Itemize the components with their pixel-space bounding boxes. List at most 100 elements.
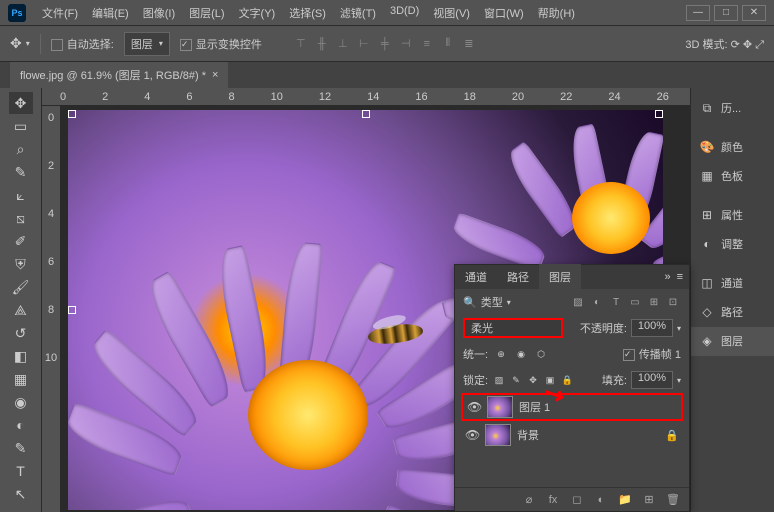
- fill-input[interactable]: 100%: [631, 371, 673, 389]
- eyedropper-tool[interactable]: ✐: [9, 230, 33, 252]
- dock-properties[interactable]: ⊞属性: [691, 201, 774, 230]
- filter-toggle[interactable]: ⊡: [665, 294, 681, 310]
- maximize-button[interactable]: □: [714, 5, 738, 21]
- align-vcenter-icon[interactable]: ╫: [313, 35, 331, 53]
- transform-handle[interactable]: [655, 110, 663, 118]
- collapse-icon[interactable]: »: [664, 271, 670, 283]
- transform-handle[interactable]: [68, 306, 76, 314]
- align-top-icon[interactable]: ⊤: [292, 35, 310, 53]
- dock-layers[interactable]: ◈图层: [691, 327, 774, 356]
- adjustment-layer-icon[interactable]: ◐: [593, 492, 609, 508]
- blend-mode-dropdown[interactable]: 柔光: [463, 318, 563, 338]
- tab-layers[interactable]: 图层: [539, 264, 581, 290]
- menu-image[interactable]: 图像(I): [137, 1, 181, 25]
- tool-preset[interactable]: ✥▾: [10, 35, 30, 52]
- filter-adjust-icon[interactable]: ◐: [589, 294, 605, 310]
- dock-history[interactable]: ⧉历...: [691, 94, 774, 123]
- fill-dropdown-icon[interactable]: ▾: [677, 376, 681, 385]
- orbit-icon[interactable]: ⟳: [731, 39, 740, 51]
- brush-tool[interactable]: 🖌: [9, 276, 33, 298]
- healing-tool[interactable]: ⛨: [9, 253, 33, 275]
- link-layers-icon[interactable]: ⌀: [521, 492, 537, 508]
- properties-icon: ⊞: [699, 207, 715, 223]
- menu-3d[interactable]: 3D(D): [384, 1, 425, 25]
- menu-filter[interactable]: 滤镜(T): [334, 1, 382, 25]
- layer-item[interactable]: 👁 图层 1: [461, 393, 683, 421]
- pen-tool[interactable]: ✎: [9, 437, 33, 459]
- dock-channels[interactable]: ◫通道: [691, 269, 774, 298]
- transform-handle[interactable]: [68, 110, 76, 118]
- quick-select-tool[interactable]: ✎: [9, 161, 33, 183]
- type-tool[interactable]: T: [9, 460, 33, 482]
- lock-image-icon[interactable]: ✎: [509, 373, 523, 387]
- gradient-tool[interactable]: ▦: [9, 368, 33, 390]
- lock-all-icon[interactable]: 🔒: [560, 373, 574, 387]
- tab-paths[interactable]: 路径: [497, 264, 539, 290]
- filter-smart-icon[interactable]: ⊞: [646, 294, 662, 310]
- unify-position-icon[interactable]: ⊕: [494, 347, 508, 361]
- opacity-dropdown-icon[interactable]: ▾: [677, 324, 681, 333]
- marquee-tool[interactable]: ▭: [9, 115, 33, 137]
- document-tab[interactable]: flowe.jpg @ 61.9% (图层 1, RGB/8#) * ×: [10, 62, 228, 88]
- lasso-tool[interactable]: ⌕: [9, 138, 33, 160]
- close-tab-icon[interactable]: ×: [212, 69, 218, 81]
- menu-layer[interactable]: 图层(L): [183, 1, 230, 25]
- filter-type-dropdown[interactable]: 🔍 类型 ▾: [463, 294, 511, 310]
- menu-type[interactable]: 文字(Y): [233, 1, 282, 25]
- unify-visibility-icon[interactable]: ◉: [514, 347, 528, 361]
- layer-thumbnail: [487, 396, 513, 418]
- align-right-icon[interactable]: ⊣: [397, 35, 415, 53]
- dock-paths[interactable]: ◇路径: [691, 298, 774, 327]
- distribute-icon2[interactable]: ⦀: [439, 35, 457, 53]
- new-layer-icon[interactable]: ⊞: [641, 492, 657, 508]
- move-tool[interactable]: ✥: [9, 92, 33, 114]
- group-icon[interactable]: 📁: [617, 492, 633, 508]
- visibility-toggle[interactable]: 👁: [467, 400, 481, 414]
- menu-view[interactable]: 视图(V): [427, 1, 476, 25]
- dock-adjustments[interactable]: ◐调整: [691, 230, 774, 259]
- tab-channels[interactable]: 通道: [455, 264, 497, 290]
- menu-file[interactable]: 文件(F): [36, 1, 84, 25]
- crop-tool[interactable]: ⟀: [9, 184, 33, 206]
- dock-color[interactable]: 🎨颜色: [691, 133, 774, 162]
- visibility-toggle[interactable]: 👁: [465, 428, 479, 442]
- show-transform-checkbox[interactable]: 显示变换控件: [180, 36, 262, 52]
- close-button[interactable]: ✕: [742, 5, 766, 21]
- layer-mask-icon[interactable]: ◻: [569, 492, 585, 508]
- pan-icon[interactable]: ✥: [743, 39, 752, 51]
- opacity-input[interactable]: 100%: [631, 319, 673, 337]
- distribute-icon[interactable]: ≡: [418, 35, 436, 53]
- unify-style-icon[interactable]: ⬡: [534, 347, 548, 361]
- filter-shape-icon[interactable]: ▭: [627, 294, 643, 310]
- filter-type-icon[interactable]: T: [608, 294, 624, 310]
- stamp-tool[interactable]: ⟁: [9, 299, 33, 321]
- transform-handle[interactable]: [362, 110, 370, 118]
- panel-menu-icon[interactable]: ≡: [677, 271, 683, 283]
- history-brush-tool[interactable]: ↺: [9, 322, 33, 344]
- layer-style-icon[interactable]: fx: [545, 492, 561, 508]
- menu-edit[interactable]: 编辑(E): [86, 1, 135, 25]
- dodge-tool[interactable]: ◐: [9, 414, 33, 436]
- blur-tool[interactable]: ◉: [9, 391, 33, 413]
- align-left-icon[interactable]: ⊢: [355, 35, 373, 53]
- frame-tool[interactable]: ⧅: [9, 207, 33, 229]
- filter-pixel-icon[interactable]: ▨: [570, 294, 586, 310]
- menu-help[interactable]: 帮助(H): [532, 1, 581, 25]
- align-bottom-icon[interactable]: ⊥: [334, 35, 352, 53]
- layer-item[interactable]: 👁 背景 🔒: [461, 421, 683, 449]
- path-select-tool[interactable]: ↖: [9, 483, 33, 505]
- menu-window[interactable]: 窗口(W): [478, 1, 530, 25]
- dock-swatches[interactable]: ▦色板: [691, 162, 774, 191]
- align-hcenter-icon[interactable]: ╪: [376, 35, 394, 53]
- delete-layer-icon[interactable]: 🗑: [665, 492, 681, 508]
- zoom-icon[interactable]: ⤢: [755, 39, 764, 51]
- distribute-icon3[interactable]: ≣: [460, 35, 478, 53]
- lock-row: 锁定: ▨ ✎ ✥ ▣ 🔒 填充: 100% ▾: [455, 367, 689, 393]
- auto-select-checkbox[interactable]: 自动选择:: [51, 36, 114, 52]
- menu-select[interactable]: 选择(S): [283, 1, 332, 25]
- lock-transparent-icon[interactable]: ▨: [492, 373, 506, 387]
- palette-icon: 🎨: [699, 139, 715, 155]
- eraser-tool[interactable]: ◧: [9, 345, 33, 367]
- auto-select-dropdown[interactable]: 图层▾: [124, 32, 170, 56]
- minimize-button[interactable]: —: [686, 5, 710, 21]
